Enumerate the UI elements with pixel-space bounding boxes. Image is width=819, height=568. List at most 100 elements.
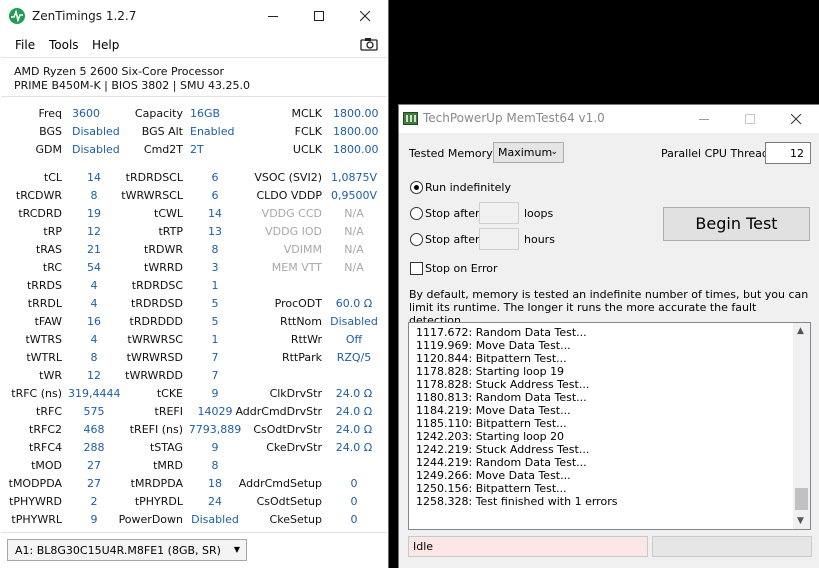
timing-label: AddrCmdSetup xyxy=(238,477,322,490)
log-line: 1250.156: Bitpattern Test... xyxy=(416,482,567,495)
maximize-icon xyxy=(314,11,324,21)
log-lines: 1117.672: Random Data Test... 1119.969: M… xyxy=(416,326,617,508)
stop-after-hours-radio[interactable] xyxy=(410,233,423,246)
timing-value: 24.0 Ω xyxy=(335,441,373,454)
memtest-ram-icon xyxy=(403,112,418,125)
tested-memory-select[interactable]: Maximum ⌄ xyxy=(493,142,564,163)
stop-on-error-checkbox[interactable] xyxy=(410,262,423,275)
timing-label: tRCDRD xyxy=(18,207,62,220)
timing-label: VSOC (SVI2) xyxy=(254,171,322,184)
minimize-button[interactable] xyxy=(682,105,728,133)
timing-label: tWRWRSCL xyxy=(121,189,183,202)
timing-label: tRFC (ns) xyxy=(11,387,62,400)
timing-label: tRP xyxy=(43,225,62,238)
menu-file[interactable]: File xyxy=(15,38,35,52)
timing-label: VDDG IOD xyxy=(265,225,322,238)
log-line: 1242.203: Starting loop 20 xyxy=(416,430,565,443)
timing-label: tREFI (ns) xyxy=(129,423,183,436)
timing-label: MCLK xyxy=(291,107,322,120)
timing-label: tWRRD xyxy=(144,261,183,274)
timing-label: RttNom xyxy=(280,315,322,328)
timing-label: tRFC2 xyxy=(29,423,62,436)
log-line: 1180.813: Random Data Test... xyxy=(416,391,587,404)
screenshot-camera-icon[interactable] xyxy=(360,37,378,54)
hours-label: hours xyxy=(524,233,555,246)
timing-label: tSTAG xyxy=(149,441,183,454)
tested-memory-label: Tested Memory: xyxy=(409,147,496,160)
begin-test-button[interactable]: Begin Test xyxy=(663,207,810,241)
maximize-button[interactable] xyxy=(297,0,343,32)
chevron-down-icon: ⌄ xyxy=(550,147,558,157)
stop-after-loops-label[interactable]: Stop after xyxy=(425,207,480,220)
timing-label: PowerDown xyxy=(118,513,183,526)
run-indefinitely-radio[interactable] xyxy=(410,181,423,194)
stop-after-hours-label[interactable]: Stop after xyxy=(425,233,480,246)
timing-value: 0,9500V xyxy=(330,189,377,202)
timing-label: tMRD xyxy=(153,459,183,472)
scroll-down-icon[interactable]: ▼ xyxy=(797,516,804,526)
dimm-select[interactable]: A1: BL8G30C15U4R.M8FE1 (8GB, SR) ▼ xyxy=(7,539,247,561)
status-field: Idle xyxy=(408,536,648,557)
timing-label: tCKE xyxy=(156,387,183,400)
status-text: Idle xyxy=(413,540,434,553)
log-line: 1178.828: Stuck Address Test... xyxy=(416,378,590,391)
memtest-window: TechPowerUp MemTest64 v1.0 Tested Memory… xyxy=(398,104,819,568)
loops-input[interactable] xyxy=(479,202,519,224)
timing-label: CsOdtDrvStr xyxy=(253,423,322,436)
timing-label: tPHYWRL xyxy=(11,513,62,526)
log-line: 1258.328: Test finished with 1 errors xyxy=(416,495,618,508)
timing-value: Disabled xyxy=(330,315,378,328)
timing-label: Capacity xyxy=(134,107,183,120)
run-indefinitely-label[interactable]: Run indefinitely xyxy=(425,181,511,194)
hours-input[interactable] xyxy=(479,228,519,250)
timing-label: tPHYWRD xyxy=(9,495,62,508)
log-line: 1244.219: Random Data Test... xyxy=(416,456,587,469)
threads-value: 12 xyxy=(790,147,804,160)
timing-value: 24.0 Ω xyxy=(335,423,373,436)
timing-label: tRTP xyxy=(158,225,183,238)
memtest-titlebar[interactable]: TechPowerUp MemTest64 v1.0 xyxy=(399,105,819,133)
timing-value: 0 xyxy=(350,513,358,526)
timing-label: tWR xyxy=(39,369,62,382)
zentimings-window: ZenTimings 1.2.7 File Tools Help AMD Ryz… xyxy=(0,0,389,568)
timing-value: N/A xyxy=(344,225,364,238)
timing-label: UCLK xyxy=(292,143,322,156)
scroll-thumb[interactable] xyxy=(795,488,808,510)
close-button[interactable] xyxy=(774,105,819,133)
timing-label: tWRWRDD xyxy=(125,369,183,382)
zentimings-titlebar[interactable]: ZenTimings 1.2.7 xyxy=(0,0,389,32)
timing-value: 1,0875V xyxy=(330,171,377,184)
window-title: TechPowerUp MemTest64 v1.0 xyxy=(423,111,605,125)
timing-label: tPHYRDL xyxy=(134,495,183,508)
log-line: 1184.219: Move Data Test... xyxy=(416,404,571,417)
menu-help[interactable]: Help xyxy=(92,38,119,52)
timing-label: VDIMM xyxy=(283,243,322,256)
board-info: PRIME B450M-K | BIOS 3802 | SMU 43.25.0 xyxy=(14,79,251,92)
divider xyxy=(1,57,387,58)
threads-input[interactable]: 12 xyxy=(765,142,811,164)
close-button[interactable] xyxy=(343,0,389,32)
timing-value: 24.0 Ω xyxy=(335,405,373,418)
timing-label: ProcODT xyxy=(274,297,322,310)
timing-label: tFAW xyxy=(34,315,62,328)
log-line: 1117.672: Random Data Test... xyxy=(416,326,587,339)
timing-label: CkeSetup xyxy=(269,513,322,526)
timing-value: Off xyxy=(345,333,363,346)
timing-label: tRRDL xyxy=(27,297,62,310)
log-scrollbar[interactable]: ▲ ▼ xyxy=(793,323,810,529)
timing-label: tCL xyxy=(43,171,62,184)
maximize-button[interactable] xyxy=(728,105,774,133)
timing-label: tRAS xyxy=(35,243,62,256)
timing-label: AddrCmdDrvStr xyxy=(235,405,322,418)
timing-label: tRDRDDD xyxy=(129,315,183,328)
log-box[interactable]: 1117.672: Random Data Test... 1119.969: M… xyxy=(408,322,811,530)
timing-label: BGS xyxy=(39,125,62,138)
stop-on-error-label[interactable]: Stop on Error xyxy=(425,262,498,275)
menu-tools[interactable]: Tools xyxy=(49,38,79,52)
timing-value: 24.0 Ω xyxy=(335,387,373,400)
minimize-button[interactable] xyxy=(251,0,297,32)
scroll-up-icon[interactable]: ▲ xyxy=(797,326,804,336)
stop-after-loops-radio[interactable] xyxy=(410,207,423,220)
timing-label: FCLK xyxy=(294,125,322,138)
timing-label: tMOD xyxy=(31,459,62,472)
